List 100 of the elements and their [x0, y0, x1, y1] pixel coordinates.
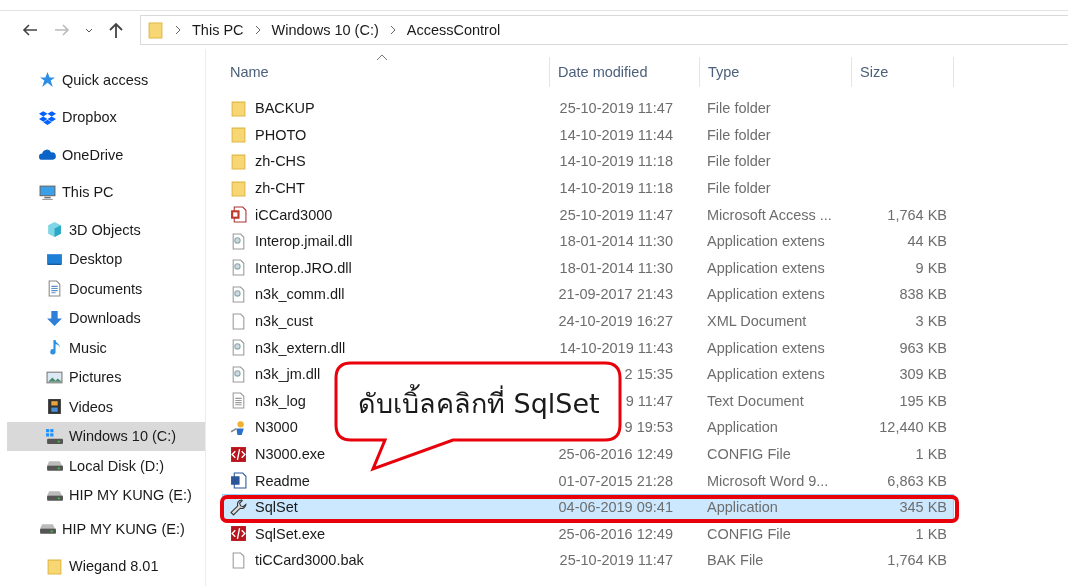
sort-caret-icon — [376, 53, 388, 61]
column-header[interactable]: Date modified — [550, 57, 700, 87]
sidebar-item[interactable]: 3D Objects — [7, 215, 205, 245]
date-modified: 04-06-2019 09:41 — [557, 499, 674, 516]
file-size: 44 KB — [906, 233, 948, 250]
file-size: 1,764 KB — [886, 552, 948, 569]
folder-icon — [230, 153, 247, 170]
chevron-icon — [253, 25, 262, 35]
sidebar-item[interactable]: Pictures — [7, 362, 205, 392]
gear-file-icon — [230, 285, 247, 303]
file-name[interactable]: Interop.jmail.dll — [255, 233, 353, 250]
file-type: Application — [706, 419, 779, 436]
date-modified: 9 19:53 — [623, 419, 674, 436]
file-name[interactable]: n3k_extern.dll — [255, 339, 346, 356]
file-name[interactable]: Readme — [255, 472, 310, 489]
file-name[interactable]: n3k_jm.dll — [255, 366, 321, 383]
folder-icon — [230, 126, 247, 144]
file-size: 6,863 KB — [886, 472, 948, 489]
file-size: 309 KB — [898, 366, 948, 383]
date-modified: 25-10-2019 11:47 — [558, 206, 674, 223]
file-size: 1,764 KB — [886, 206, 948, 223]
file-type: Application extens — [706, 366, 826, 383]
word-document-icon — [230, 472, 247, 490]
column-header[interactable]: Type — [700, 57, 852, 87]
date-modified: 14-10-2019 11:18 — [558, 180, 674, 197]
file-type: CONFIG File — [706, 525, 792, 542]
gear-file-icon — [230, 339, 247, 357]
file-name[interactable]: SqlSet — [255, 499, 298, 516]
file-name[interactable]: tiCCard3000.bak — [255, 552, 364, 569]
sidebar-item[interactable]: Desktop — [7, 244, 205, 274]
folder-icon — [230, 99, 247, 117]
address-bar[interactable]: This PC Windows 10 (C:) AccessControl — [140, 15, 1068, 45]
chevron-icon — [174, 25, 182, 35]
gear-file-icon — [230, 365, 247, 383]
sidebar-item[interactable]: This PC — [7, 177, 205, 207]
file-name[interactable]: PHOTO — [255, 126, 307, 143]
date-modified: 2 15:35 — [623, 366, 674, 383]
folder-icon — [230, 179, 247, 197]
file-name[interactable]: zh-CHS — [255, 153, 306, 170]
sidebar-item[interactable]: Wiegand 8.01 — [7, 551, 205, 581]
sidebar-item[interactable]: Windows 10 (C:) — [7, 421, 205, 451]
star-icon — [39, 71, 56, 89]
file-name[interactable]: zh-CHT — [255, 180, 305, 197]
breadcrumb-item[interactable]: This PC — [192, 22, 244, 38]
file-size: 1 KB — [914, 446, 948, 462]
sidebar-item[interactable]: Downloads — [7, 303, 205, 333]
drive-icon — [46, 427, 63, 445]
file-name[interactable]: n3k_log — [255, 392, 306, 409]
sidebar-item[interactable]: OneDrive — [7, 140, 205, 170]
date-modified: 18-01-2014 11:30 — [558, 259, 674, 276]
sidebar-item[interactable]: Quick access — [7, 65, 205, 95]
sidebar-item[interactable]: Music — [7, 333, 205, 363]
file-type: Application extens — [706, 339, 826, 356]
file-type: XML Document — [706, 313, 808, 330]
chevron-icon — [388, 25, 397, 35]
sidebar-item[interactable]: Documents — [7, 274, 205, 304]
file-size: 9 KB — [914, 259, 948, 276]
file-type: Application extens — [706, 259, 826, 276]
blank-file-icon — [230, 551, 247, 569]
file-size: 963 KB — [898, 339, 948, 356]
file-name[interactable]: n3k_comm.dll — [255, 286, 345, 303]
sidebar-item[interactable]: HIP MY KUNG (E:) — [7, 480, 205, 510]
blank-file-icon — [230, 312, 247, 330]
folder-icon — [147, 21, 164, 39]
file-name[interactable]: SqlSet.exe — [255, 525, 326, 542]
breadcrumb-item[interactable]: Windows 10 (C:) — [271, 22, 379, 38]
text-file-icon — [230, 392, 247, 410]
file-name[interactable]: N3000.exe — [255, 446, 326, 462]
file-type: Application extens — [706, 286, 826, 303]
date-modified: 24-10-2019 16:27 — [557, 313, 674, 330]
sidebar-item[interactable]: Videos — [7, 392, 205, 422]
file-type: CONFIG File — [706, 446, 792, 462]
file-name[interactable]: BACKUP — [255, 100, 315, 117]
file-name[interactable]: iCCard3000 — [255, 206, 333, 223]
date-modified: 18-01-2014 11:30 — [558, 233, 674, 250]
drive-icon — [46, 489, 63, 501]
document-icon — [46, 280, 63, 298]
file-name[interactable]: N3000 — [255, 419, 298, 436]
sidebar-item[interactable]: Dropbox — [7, 102, 205, 132]
date-modified: 14-10-2019 11:43 — [558, 339, 674, 356]
file-type: File folder — [706, 100, 772, 117]
file-size: 3 KB — [914, 313, 948, 330]
file-type: Microsoft Access ... — [706, 206, 833, 223]
date-modified: 25-06-2016 12:49 — [557, 525, 674, 542]
drive-icon — [46, 460, 63, 472]
sidebar-item[interactable]: HIP MY KUNG (E:) — [7, 514, 205, 544]
breadcrumb-item[interactable]: AccessControl — [406, 22, 501, 38]
drive-icon — [39, 523, 56, 535]
file-name[interactable]: Interop.JRO.dll — [255, 259, 352, 276]
column-header[interactable]: Name — [222, 57, 550, 87]
file-type: File folder — [706, 180, 772, 197]
date-modified: 25-10-2019 11:47 — [558, 100, 674, 117]
file-name[interactable]: n3k_cust — [255, 313, 314, 330]
sidebar-item[interactable]: Local Disk (D:) — [7, 451, 205, 481]
file-size: 12,440 KB — [878, 419, 948, 436]
column-header[interactable]: Size — [852, 57, 954, 87]
cube-icon — [46, 221, 63, 239]
file-size: 838 KB — [898, 286, 948, 303]
film-icon — [46, 398, 63, 416]
date-modified: 14-10-2019 11:44 — [558, 126, 674, 143]
